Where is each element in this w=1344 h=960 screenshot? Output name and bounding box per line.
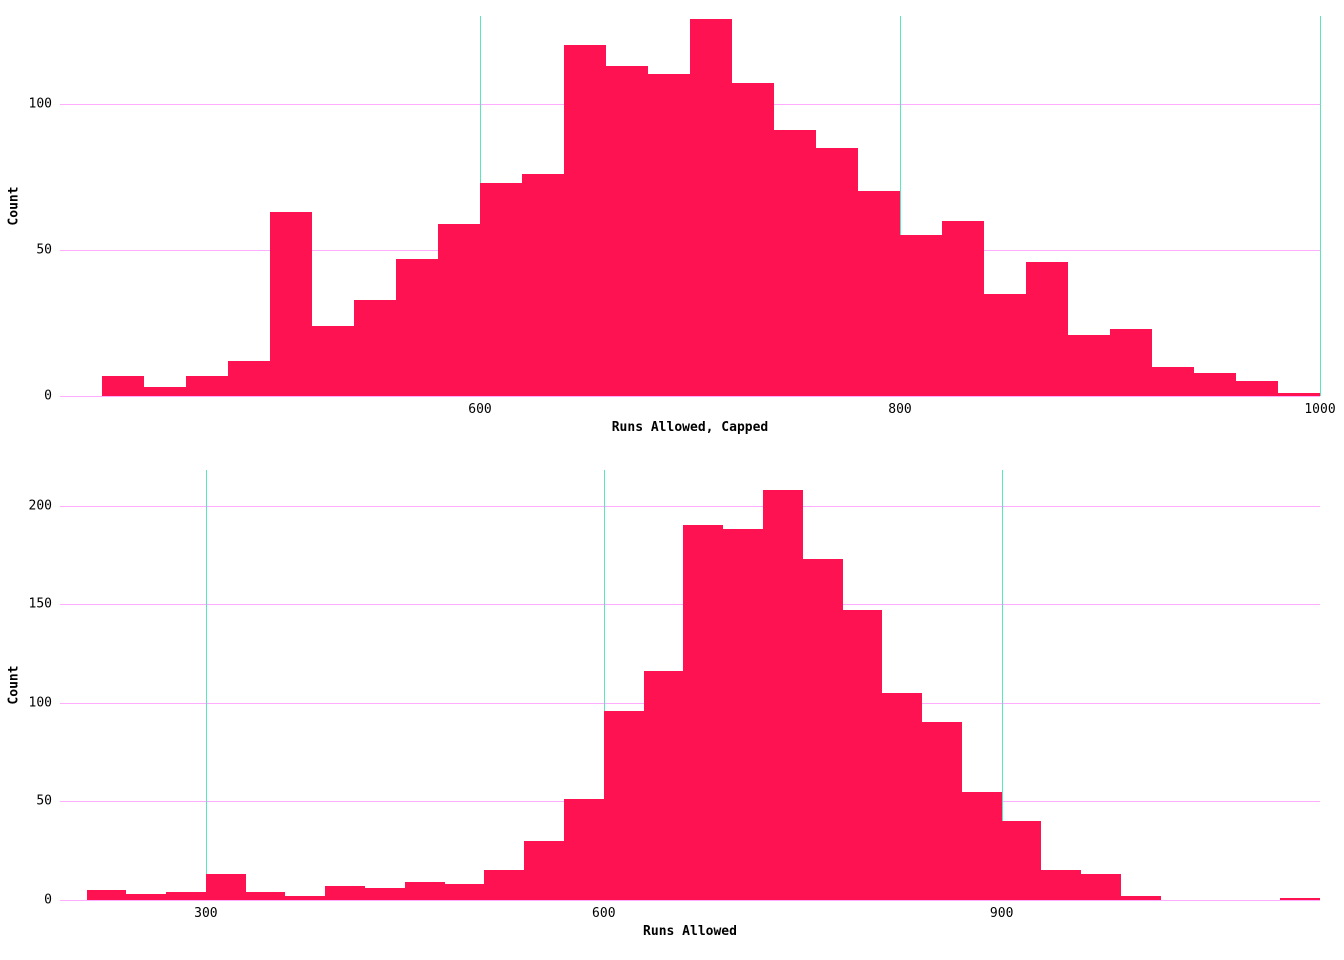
- figure: 0501006008001000 Count Runs Allowed, Cap…: [0, 0, 1344, 960]
- x-tick-label: 600: [592, 906, 615, 921]
- histogram-bar: [1278, 393, 1320, 396]
- histogram-bar: [942, 221, 984, 396]
- histogram-bar: [644, 671, 684, 900]
- y-tick-label: 100: [29, 96, 52, 111]
- gridline-v: [206, 470, 207, 900]
- y-tick-label: 50: [36, 242, 52, 257]
- y-axis-label: Count: [7, 665, 22, 704]
- histogram-bar: [843, 610, 883, 900]
- histogram-bar: [1068, 335, 1110, 396]
- histogram-bar: [1041, 870, 1081, 900]
- histogram-bar: [1081, 874, 1121, 900]
- histogram-bar: [285, 896, 325, 900]
- histogram-bar: [683, 525, 723, 900]
- histogram-bar: [228, 361, 270, 396]
- histogram-bar: [1121, 896, 1161, 900]
- histogram-bar: [166, 892, 206, 900]
- y-axis-label: Count: [7, 186, 22, 225]
- histogram-bar: [396, 259, 438, 396]
- histogram-bar: [438, 224, 480, 396]
- histogram-bar: [87, 890, 127, 900]
- histogram-bar: [723, 529, 763, 900]
- histogram-bar: [604, 711, 644, 900]
- histogram-bar: [445, 884, 485, 900]
- y-tick-label: 150: [29, 597, 52, 612]
- histogram-bar: [102, 376, 144, 396]
- histogram-bar: [186, 376, 228, 396]
- histogram-bar: [1110, 329, 1152, 396]
- histogram-bar: [1236, 381, 1278, 396]
- plot-area: 050100150200300600900: [60, 470, 1320, 900]
- histogram-bar: [564, 799, 604, 900]
- x-tick-label: 800: [888, 402, 911, 417]
- histogram-bar: [126, 894, 166, 900]
- x-tick-label: 900: [990, 906, 1013, 921]
- plot-area: 0501006008001000: [60, 16, 1320, 396]
- histogram-bar: [524, 841, 564, 900]
- histogram-bar: [816, 148, 858, 396]
- y-tick-label: 100: [29, 695, 52, 710]
- histogram-bar: [365, 888, 405, 900]
- histogram-bar: [763, 490, 803, 900]
- histogram-bar: [774, 130, 816, 396]
- histogram-bar: [1026, 262, 1068, 396]
- histogram-bar: [1002, 821, 1042, 900]
- histogram-bar: [648, 74, 690, 396]
- histogram-bar: [1152, 367, 1194, 396]
- y-tick-label: 50: [36, 794, 52, 809]
- x-tick-label: 600: [468, 402, 491, 417]
- gridline-h: [60, 396, 1320, 397]
- histogram-bar: [984, 294, 1026, 396]
- histogram-bar: [522, 174, 564, 396]
- histogram-bar: [882, 693, 922, 900]
- histogram-bar: [270, 212, 312, 396]
- x-tick-label: 1000: [1304, 402, 1335, 417]
- histogram-bar: [732, 83, 774, 396]
- histogram-bar: [484, 870, 524, 900]
- histogram-bar: [325, 886, 365, 900]
- gridline-h: [60, 900, 1320, 901]
- y-tick-label: 0: [44, 893, 52, 908]
- histogram-bar: [1280, 898, 1320, 900]
- y-tick-label: 200: [29, 498, 52, 513]
- gridline-v: [1320, 16, 1321, 396]
- histogram-bar: [312, 326, 354, 396]
- histogram-bar: [900, 235, 942, 396]
- histogram-bar: [480, 183, 522, 396]
- histogram-bar: [354, 300, 396, 396]
- histogram-bar: [858, 191, 900, 396]
- histogram-bar: [803, 559, 843, 900]
- histogram-bar: [690, 19, 732, 396]
- histogram-bar: [606, 66, 648, 396]
- histogram-runs-allowed: 050100150200300600900 Count Runs Allowed: [60, 470, 1320, 900]
- x-tick-label: 300: [194, 906, 217, 921]
- x-axis-label: Runs Allowed, Capped: [612, 420, 769, 435]
- histogram-bar: [246, 892, 286, 900]
- histogram-bar: [144, 387, 186, 396]
- x-axis-label: Runs Allowed: [643, 924, 737, 939]
- histogram-runs-allowed-capped: 0501006008001000 Count Runs Allowed, Cap…: [60, 16, 1320, 396]
- histogram-bar: [405, 882, 445, 900]
- y-tick-label: 0: [44, 389, 52, 404]
- histogram-bar: [922, 722, 962, 900]
- histogram-bar: [1194, 373, 1236, 396]
- histogram-bar: [206, 874, 246, 900]
- histogram-bar: [962, 792, 1002, 900]
- histogram-bar: [564, 45, 606, 396]
- gridline-h: [60, 506, 1320, 507]
